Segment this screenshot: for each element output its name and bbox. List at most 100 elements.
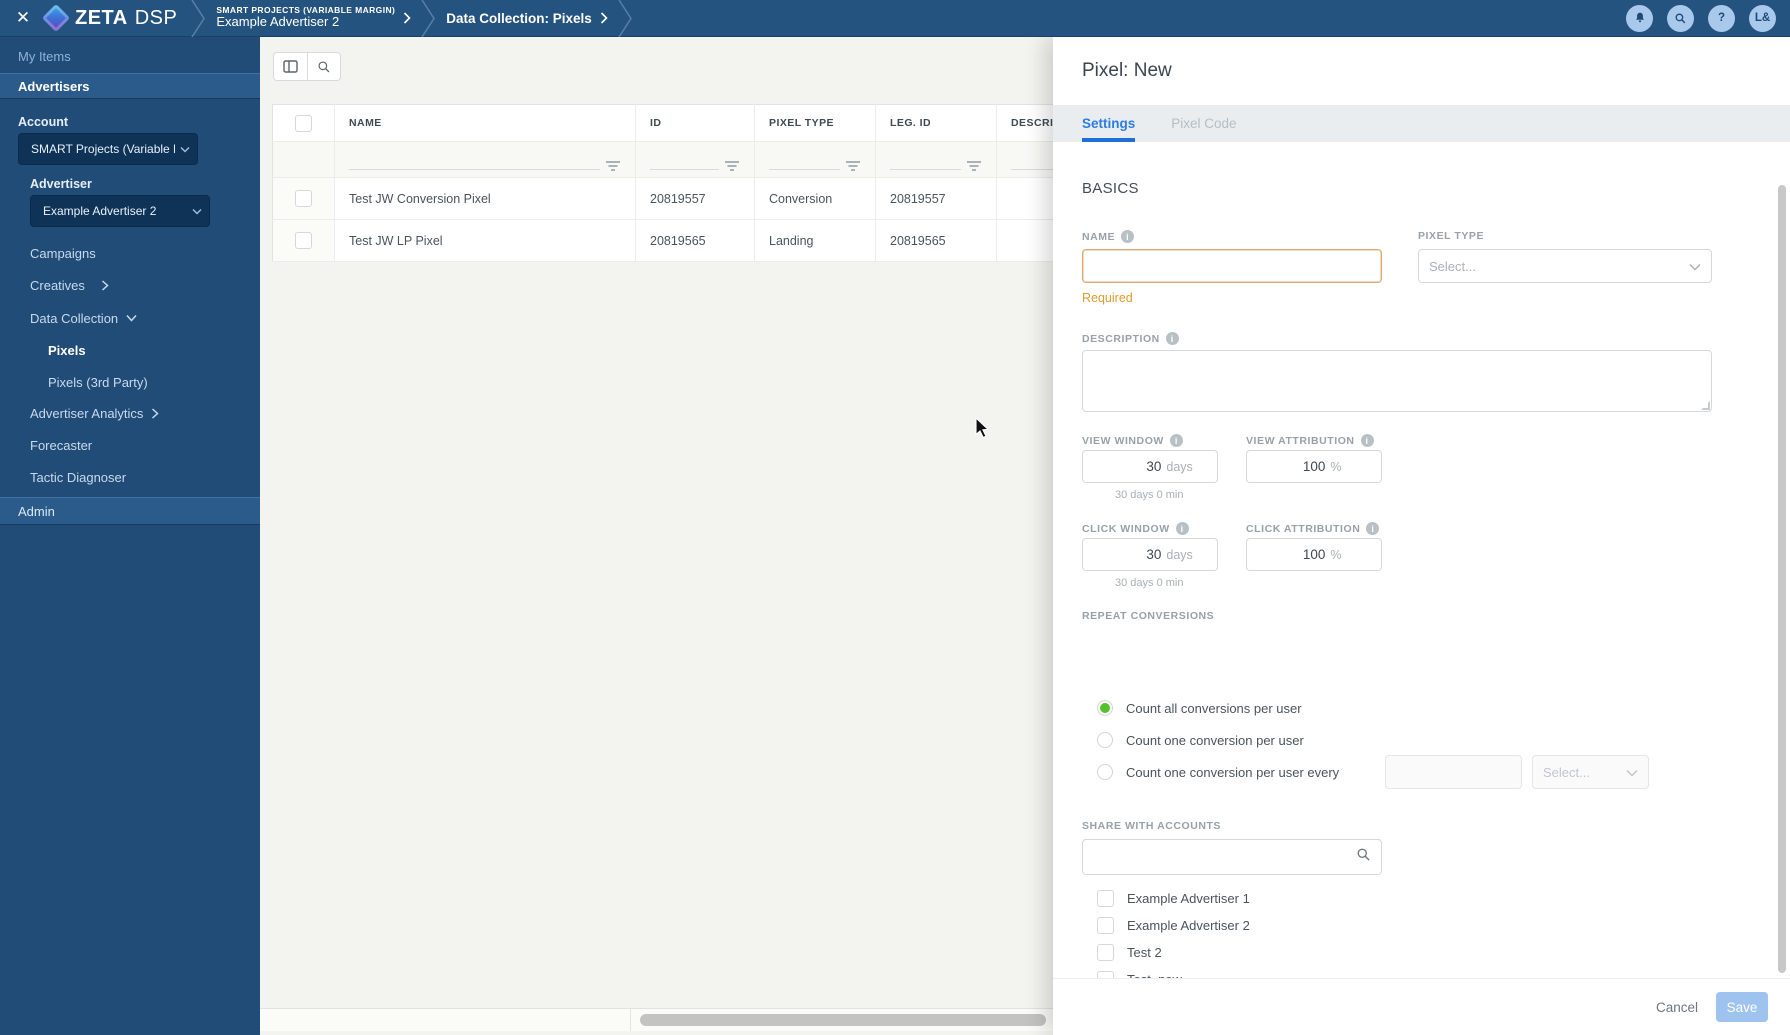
avatar[interactable]: L& bbox=[1749, 4, 1776, 32]
click-window-field: days bbox=[1082, 538, 1218, 571]
name-filter-input[interactable] bbox=[349, 168, 600, 170]
column-header-name[interactable]: NAME bbox=[334, 104, 636, 142]
name-input[interactable] bbox=[1082, 249, 1382, 283]
info-icon[interactable]: i bbox=[1360, 434, 1374, 447]
close-icon[interactable]: ✕ bbox=[0, 0, 46, 37]
info-icon[interactable]: i bbox=[1366, 522, 1380, 535]
sidebar-item-my-items[interactable]: My Items bbox=[0, 44, 260, 68]
share-account-label: Example Advertiser 1 bbox=[1127, 890, 1250, 906]
pixel-type-filter-input[interactable] bbox=[769, 168, 840, 170]
share-accounts-search-input[interactable] bbox=[1093, 849, 1347, 865]
account-select[interactable]: SMART Projects (Variable M... bbox=[18, 133, 198, 165]
sidebar-item-campaigns[interactable]: Campaigns bbox=[0, 241, 260, 265]
section-basics-heading: BASICS bbox=[1082, 180, 1139, 197]
sidebar-item-creatives[interactable]: Creatives bbox=[0, 273, 260, 297]
view-attribution-input[interactable] bbox=[1257, 459, 1326, 474]
cell-leg-id: 20819557 bbox=[875, 177, 997, 220]
description-textarea[interactable] bbox=[1082, 350, 1712, 412]
sidebar-item-tactic-diagnoser[interactable]: Tactic Diagnoser bbox=[0, 465, 260, 489]
info-icon[interactable]: i bbox=[1165, 332, 1179, 345]
click-attribution-label-text: CLICK ATTRIBUTION bbox=[1246, 522, 1361, 535]
filter-icon[interactable] bbox=[967, 160, 982, 172]
repeat-every-value-input[interactable] bbox=[1385, 755, 1522, 789]
columns-toggle-button[interactable] bbox=[273, 52, 307, 81]
sidebar-item-advertiser-analytics[interactable]: Advertiser Analytics bbox=[0, 401, 260, 425]
select-all-checkbox[interactable] bbox=[295, 114, 312, 132]
click-attribution-unit: % bbox=[1330, 547, 1342, 562]
repeat-every-unit-select[interactable]: Select... bbox=[1532, 755, 1649, 789]
view-window-input[interactable] bbox=[1093, 459, 1162, 474]
sidebar-section-advertisers[interactable]: Advertisers bbox=[0, 73, 260, 99]
view-attribution-unit: % bbox=[1330, 459, 1342, 474]
click-attribution-input[interactable] bbox=[1257, 547, 1326, 562]
advertiser-select[interactable]: Example Advertiser 2 bbox=[30, 195, 210, 227]
info-icon[interactable]: i bbox=[1121, 230, 1135, 243]
info-icon[interactable]: i bbox=[1175, 522, 1189, 535]
filter-icon[interactable] bbox=[606, 160, 621, 172]
radio-selected-icon[interactable] bbox=[1097, 700, 1113, 716]
column-header-pixel-type[interactable]: PIXEL TYPE bbox=[754, 104, 876, 142]
row-checkbox[interactable] bbox=[295, 190, 312, 207]
pixel-new-panel: Pixel: New Settings Pixel Code BASICS NA… bbox=[1053, 37, 1790, 1035]
sidebar-item-pixels-3rd-party[interactable]: Pixels (3rd Party) bbox=[0, 370, 260, 394]
radio-count-one-conversion[interactable]: Count one conversion per user bbox=[1097, 728, 1304, 752]
view-window-label-text: VIEW WINDOW bbox=[1082, 434, 1164, 447]
save-button[interactable]: Save bbox=[1716, 992, 1768, 1022]
share-checkbox[interactable] bbox=[1097, 916, 1114, 934]
description-label: DESCRIPTION i bbox=[1082, 332, 1179, 345]
chevron-right-icon[interactable] bbox=[403, 12, 411, 24]
radio-label: Count one conversion per user every bbox=[1126, 764, 1340, 780]
panel-vertical-scrollbar-thumb[interactable] bbox=[1778, 185, 1786, 973]
repeat-every-unit-placeholder: Select... bbox=[1543, 764, 1590, 780]
radio-icon[interactable] bbox=[1097, 732, 1113, 748]
app-root: ✕ ZETA DSP SMART PROJECTS (VARIABLE MARGI… bbox=[0, 0, 1790, 1035]
cancel-button[interactable]: Cancel bbox=[1656, 1000, 1698, 1015]
chevron-right-icon[interactable] bbox=[600, 12, 608, 24]
id-filter-input[interactable] bbox=[650, 168, 719, 170]
horizontal-scrollbar-thumb[interactable] bbox=[640, 1014, 1046, 1026]
click-window-unit: days bbox=[1166, 547, 1193, 562]
breadcrumb-advertiser[interactable]: SMART PROJECTS (VARIABLE MARGIN) Example… bbox=[206, 5, 421, 31]
table-search-button[interactable] bbox=[307, 52, 341, 81]
sidebar-item-pixels[interactable]: Pixels bbox=[0, 338, 260, 362]
radio-icon[interactable] bbox=[1097, 764, 1113, 780]
repeat-conversions-label: REPEAT CONVERSIONS bbox=[1082, 610, 1215, 622]
radio-count-all-conversions[interactable]: Count all conversions per user bbox=[1097, 696, 1302, 720]
cell-id: 20819565 bbox=[635, 219, 755, 262]
search-icon[interactable] bbox=[1356, 847, 1371, 867]
scroll-strip-divider bbox=[630, 1009, 631, 1031]
help-icon[interactable]: ? bbox=[1708, 4, 1735, 32]
tab-settings[interactable]: Settings bbox=[1082, 105, 1136, 142]
zeta-diamond-icon bbox=[41, 3, 71, 33]
share-account-row[interactable]: Example Advertiser 2 bbox=[1097, 913, 1250, 937]
info-icon[interactable]: i bbox=[1169, 434, 1183, 447]
filter-icon[interactable] bbox=[846, 160, 861, 172]
share-account-row[interactable]: Example Advertiser 1 bbox=[1097, 886, 1250, 910]
sidebar-section-admin[interactable]: Admin bbox=[0, 497, 260, 525]
row-checkbox[interactable] bbox=[295, 232, 312, 249]
filter-icon[interactable] bbox=[725, 160, 740, 172]
radio-count-one-per-user-every[interactable]: Count one conversion per user every bbox=[1097, 760, 1339, 784]
share-checkbox[interactable] bbox=[1097, 889, 1114, 907]
share-with-accounts-label: SHARE WITH ACCOUNTS bbox=[1082, 820, 1221, 832]
brand-secondary: DSP bbox=[134, 6, 178, 29]
share-account-row[interactable]: Test_new bbox=[1097, 967, 1182, 978]
click-window-input[interactable] bbox=[1093, 547, 1162, 562]
tab-pixel-code[interactable]: Pixel Code bbox=[1171, 105, 1236, 142]
share-checkbox[interactable] bbox=[1097, 970, 1114, 978]
sidebar-item-label: Creatives bbox=[30, 277, 85, 293]
breadcrumb-pixels[interactable]: Data Collection: Pixels bbox=[436, 11, 618, 26]
pixel-type-select[interactable]: Select... bbox=[1418, 249, 1712, 283]
chevron-down-icon bbox=[126, 314, 137, 322]
column-header-leg-id[interactable]: LEG. ID bbox=[875, 104, 997, 142]
advertiser-select-value: Example Advertiser 2 bbox=[43, 204, 157, 218]
column-header-id[interactable]: ID bbox=[635, 104, 755, 142]
account-label: Account bbox=[18, 115, 68, 129]
leg-id-filter-input[interactable] bbox=[890, 168, 961, 170]
sidebar-item-forecaster[interactable]: Forecaster bbox=[0, 433, 260, 457]
share-account-row[interactable]: Test 2 bbox=[1097, 940, 1162, 964]
sidebar-item-data-collection[interactable]: Data Collection bbox=[0, 306, 260, 330]
notifications-bell-icon[interactable] bbox=[1626, 4, 1653, 32]
search-icon[interactable] bbox=[1667, 4, 1694, 32]
share-checkbox[interactable] bbox=[1097, 943, 1114, 961]
